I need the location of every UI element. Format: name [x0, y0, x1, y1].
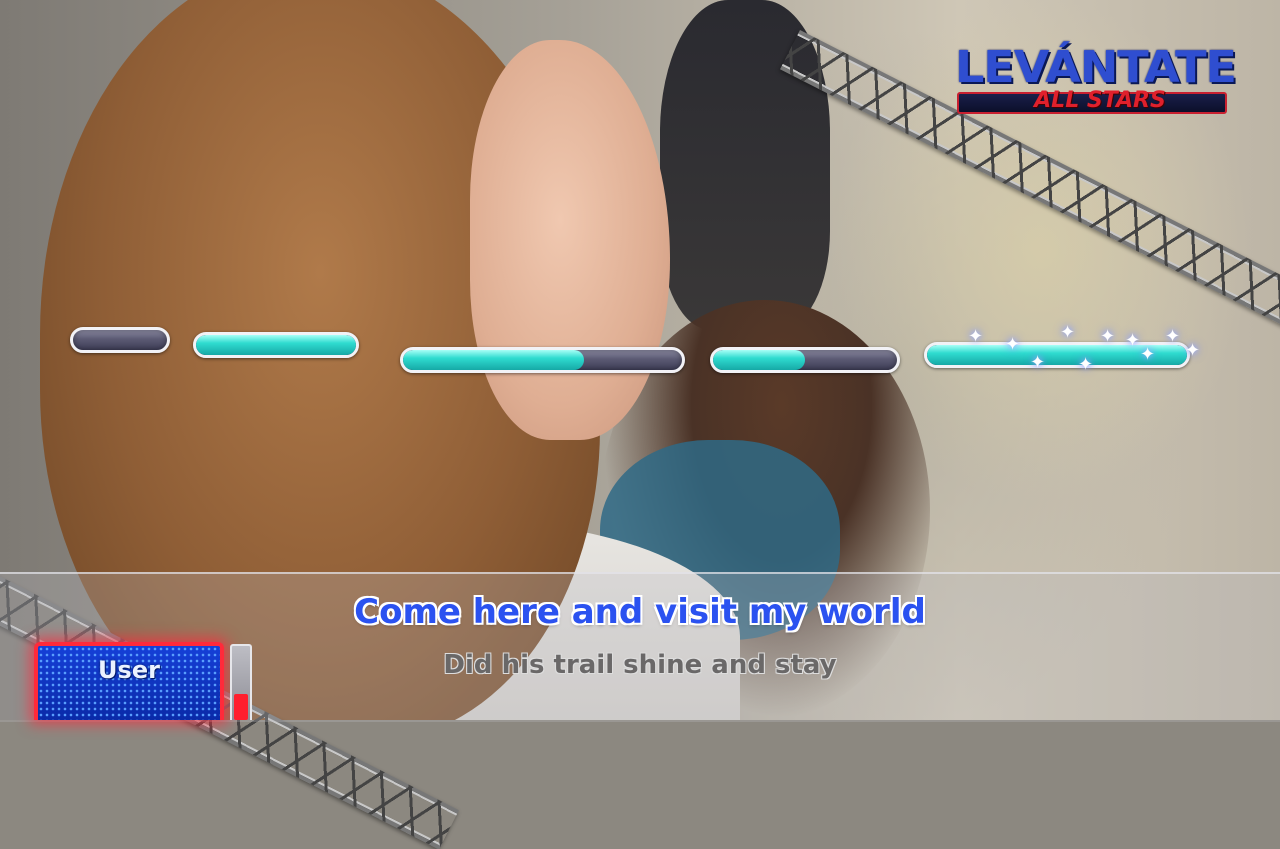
sparkle-icon: ✦: [1140, 344, 1156, 365]
note-bar-fill: [403, 350, 585, 370]
player-card: User: [34, 642, 224, 720]
logo-title: LEVÁNTATE: [955, 41, 1237, 93]
sparkle-icon: ✦: [968, 326, 984, 347]
girl-face: [470, 40, 670, 440]
sparkle-icon: ✦: [1005, 334, 1021, 355]
lyric-current-line: Come here and visit my world: [354, 592, 926, 632]
note-bar: [70, 327, 170, 353]
sparkle-icon: ✦: [1185, 340, 1201, 361]
score-meter-fill: [234, 694, 248, 720]
player-name: User: [98, 656, 160, 684]
game-logo: LEVÁNTATE ALL STARS: [955, 40, 1237, 115]
logo-subtitle: ALL STARS: [1034, 88, 1166, 113]
note-bar: [193, 332, 359, 358]
sparkle-icon: ✦: [1060, 322, 1076, 343]
note-bar: [710, 347, 900, 373]
score-meter: [230, 644, 252, 720]
sparkle-icon: ✦: [1030, 352, 1046, 373]
sparkle-icon: ✦: [1125, 330, 1141, 351]
sparkle-icon: ✦: [1100, 326, 1116, 347]
sparkle-icon: ✦: [1078, 354, 1094, 375]
note-bar-fill: [713, 350, 805, 370]
note-bar: [400, 347, 685, 373]
note-bar-fill: [196, 335, 356, 355]
sparkle-icon: ✦: [1165, 326, 1181, 347]
